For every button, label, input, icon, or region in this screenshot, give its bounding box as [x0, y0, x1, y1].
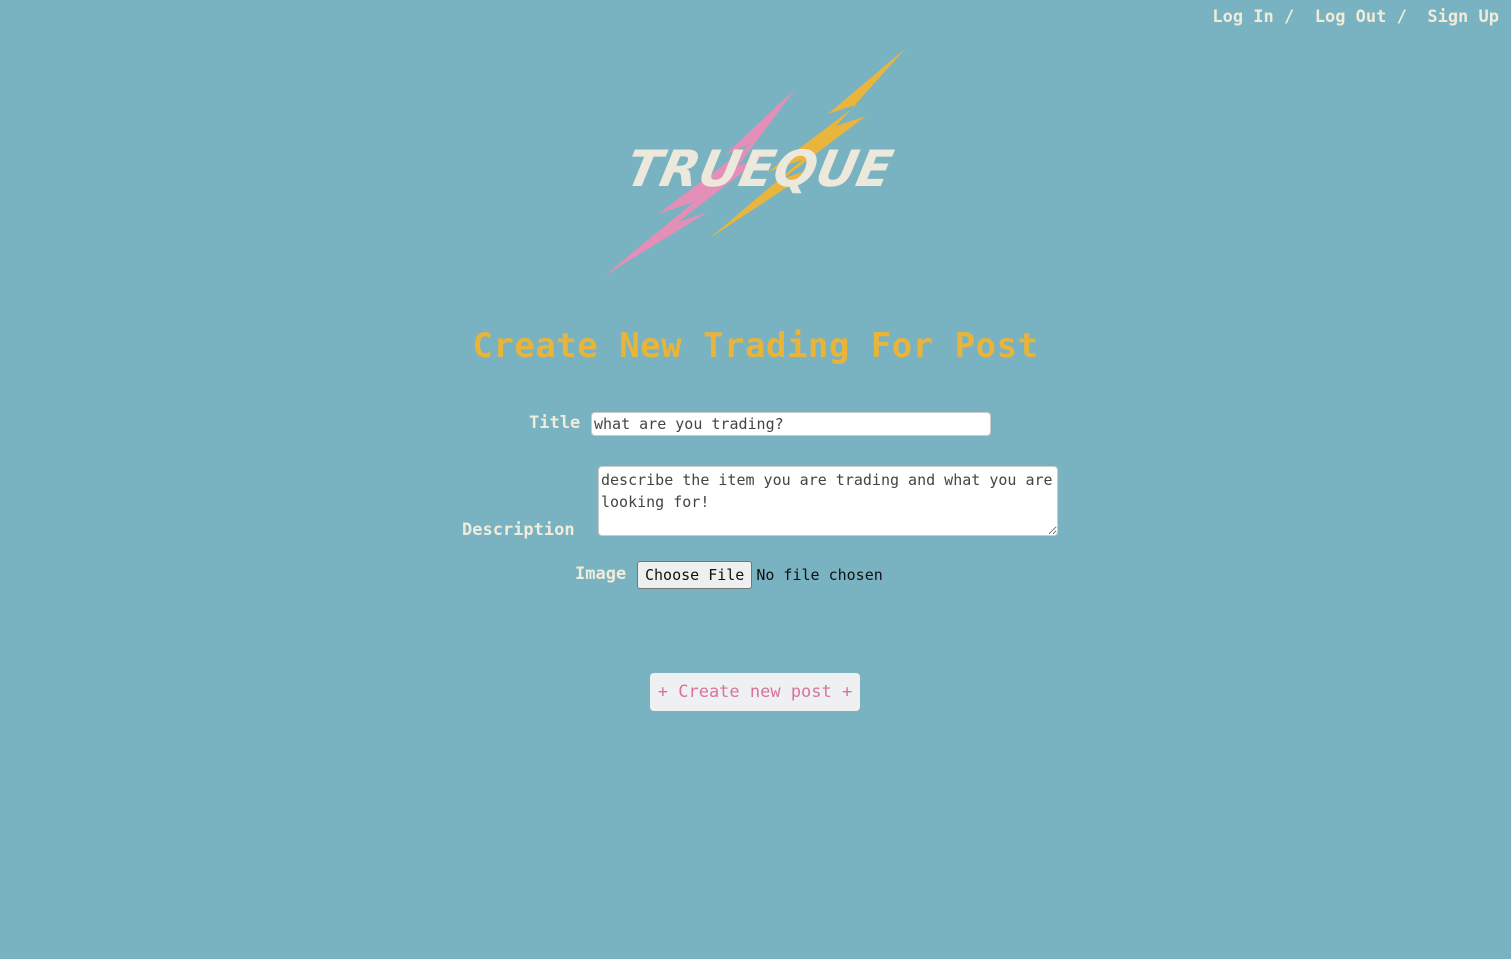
create-post-button[interactable]: + Create new post + — [650, 673, 860, 711]
nav-separator: / — [1273, 7, 1315, 27]
login-link[interactable]: Log In — [1212, 7, 1273, 27]
page: Log In / Log Out / Sign Up TRUEQUE Creat… — [0, 0, 1511, 959]
title-label: Title — [529, 413, 581, 433]
page-title: Create New Trading For Post — [472, 326, 1039, 366]
choose-file-button[interactable]: Choose File — [637, 561, 753, 589]
description-textarea[interactable] — [598, 466, 1058, 536]
file-status-text: No file chosen — [756, 566, 883, 584]
description-label: Description — [462, 520, 575, 540]
top-nav: Log In / Log Out / Sign Up — [1212, 7, 1499, 27]
trueque-logo: TRUEQUE — [604, 48, 906, 276]
signup-link[interactable]: Sign Up — [1427, 7, 1499, 27]
logout-link[interactable]: Log Out — [1315, 7, 1387, 27]
logo-wordmark: TRUEQUE — [621, 140, 898, 198]
image-label: Image — [575, 564, 627, 584]
image-file-input: Choose File No file chosen — [637, 561, 883, 589]
nav-separator: / — [1386, 7, 1428, 27]
title-input[interactable] — [591, 412, 991, 436]
